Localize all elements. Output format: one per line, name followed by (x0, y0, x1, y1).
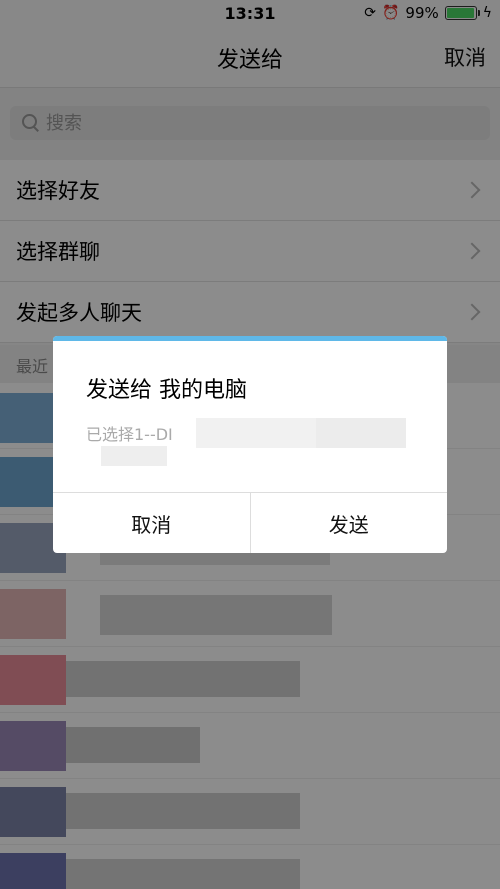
send-confirm-dialog: 发送给 我的电脑 已选择1--DI 取消 发送 (53, 336, 447, 553)
dialog-title: 发送给 我的电脑 (86, 378, 247, 403)
dialog-description: 已选择1--DI (86, 418, 426, 468)
dialog-description-text: 已选择1--DI (86, 425, 173, 444)
dialog-cancel-button[interactable]: 取消 (53, 493, 250, 553)
dialog-accent-bar (53, 336, 447, 341)
share-screen: 13:31 ⟳ ⏰ 99% ϟ 发送给 取消 选择好友 选择群聊 发起多人聊天 (0, 0, 500, 889)
dialog-send-button[interactable]: 发送 (249, 493, 448, 553)
dialog-actions: 取消 发送 (53, 492, 447, 553)
